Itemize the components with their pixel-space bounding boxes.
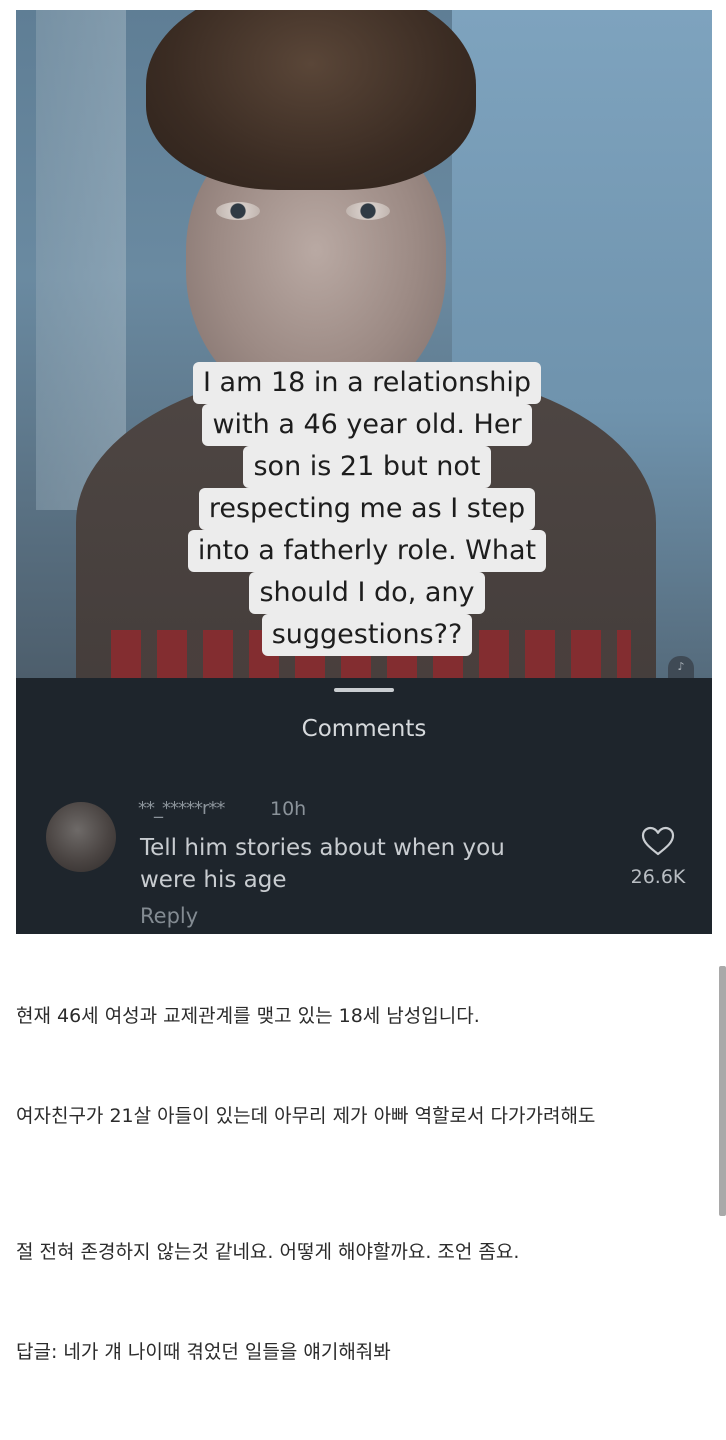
caption-line: respecting me as I step bbox=[198, 488, 536, 530]
comment-text: Tell him stories about when you were his… bbox=[140, 832, 600, 896]
scrollbar[interactable] bbox=[719, 966, 726, 1216]
comment-time: 10h bbox=[270, 798, 307, 820]
caption-line: should I do, any bbox=[249, 572, 485, 614]
sheet-drag-handle[interactable] bbox=[334, 688, 394, 692]
article-paragraph: 현재 46세 여성과 교제관계를 맺고 있는 18세 남성입니다. bbox=[16, 1005, 480, 1027]
heart-icon[interactable] bbox=[641, 826, 675, 856]
article-paragraph: 절 전혀 존경하지 않는것 같네요. 어떻게 해야할까요. 조언 좀요. bbox=[16, 1241, 520, 1263]
post-photo: I am 18 in a relationship with a 46 year… bbox=[16, 10, 712, 678]
comment-text-line: were his age bbox=[140, 867, 287, 893]
reply-button[interactable]: Reply bbox=[140, 904, 198, 928]
caption-line: suggestions?? bbox=[261, 614, 473, 656]
comment-text-line: Tell him stories about when you bbox=[140, 835, 505, 861]
post-caption: I am 18 in a relationship with a 46 year… bbox=[176, 362, 558, 656]
caption-line: son is 21 but not bbox=[243, 446, 491, 488]
caption-line: into a fatherly role. What bbox=[187, 530, 547, 572]
comments-sheet: Comments **_*****r** 10h Tell him storie… bbox=[16, 678, 712, 934]
right-eye bbox=[346, 202, 390, 220]
hair bbox=[146, 10, 476, 190]
sound-icon[interactable]: ♪ bbox=[668, 656, 694, 678]
like-count: 26.6K bbox=[630, 866, 686, 888]
avatar[interactable] bbox=[46, 802, 116, 872]
caption-line: I am 18 in a relationship bbox=[193, 362, 541, 404]
article-paragraph: 답글: 네가 걔 나이때 겪었던 일들을 얘기해줘봐 bbox=[16, 1341, 391, 1363]
left-eye bbox=[216, 202, 260, 220]
embedded-screenshot: I am 18 in a relationship with a 46 year… bbox=[16, 10, 712, 934]
background-frame bbox=[36, 10, 126, 510]
article-paragraph: 여자친구가 21살 아들이 있는데 아무리 제가 아빠 역할로서 다가가려해도 bbox=[16, 1105, 596, 1127]
comments-title: Comments bbox=[301, 716, 427, 742]
page: I am 18 in a relationship with a 46 year… bbox=[0, 0, 726, 1440]
caption-line: with a 46 year old. Her bbox=[202, 404, 532, 446]
comment-username[interactable]: **_*****r** bbox=[138, 798, 225, 819]
